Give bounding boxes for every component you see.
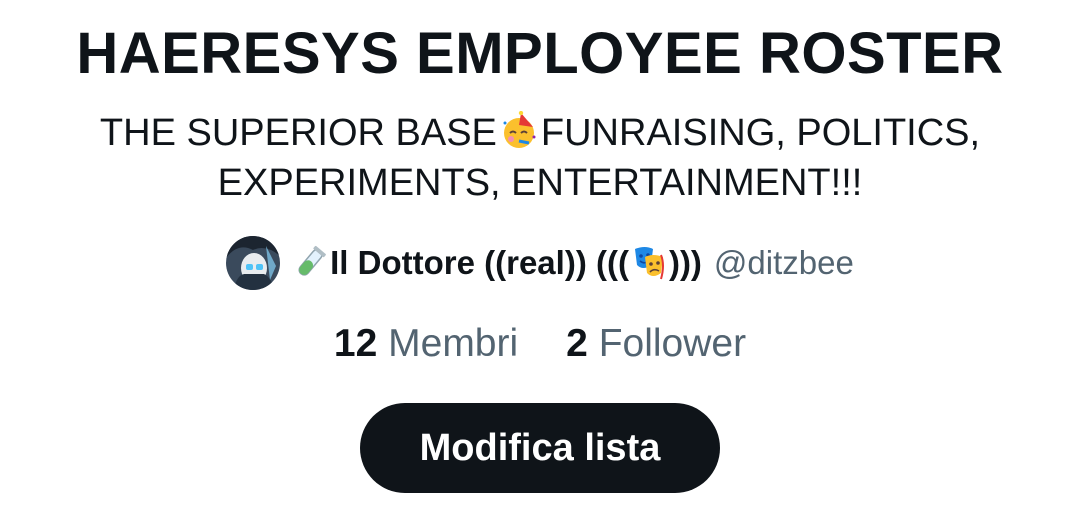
list-title: HAERESYS EMPLOYEE ROSTER (76, 21, 1004, 86)
description-text-b: FUNRAISING, POLITICS, (540, 112, 981, 154)
edit-list-button[interactable]: Modifica lista (360, 403, 720, 493)
avatar[interactable] (226, 236, 281, 290)
followers-count: 2 (566, 322, 588, 365)
owner-name[interactable]: Il Dottore ((real)) ((( ))) (292, 244, 702, 282)
description-line-2: EXPERIMENTS, ENTERTAINMENT!!! (217, 162, 863, 204)
list-stats: 12 Membri 2 Follower (0, 320, 1080, 368)
followers-label: Follower (598, 322, 747, 365)
members-label: Membri (388, 322, 519, 365)
performing-arts-icon (634, 247, 664, 280)
list-owner[interactable]: Il Dottore ((real)) ((( ))) @ditzbee (0, 232, 1080, 294)
members-count: 12 (333, 322, 378, 365)
partying-face-icon (503, 111, 536, 148)
owner-handle[interactable]: @ditzbee (714, 244, 854, 282)
description-text-a: THE SUPERIOR BASE (99, 112, 497, 154)
followers-stat[interactable]: 2 Follower (566, 320, 746, 368)
list-header: HAERESYS EMPLOYEE ROSTER THE SUPERIOR BA… (0, 0, 1080, 524)
test-tube-icon (298, 245, 327, 276)
list-description: THE SUPERIOR BASE FUNRAISING, POLITICS, … (40, 108, 1040, 208)
members-stat[interactable]: 12 Membri (334, 320, 518, 368)
description-line-1: THE SUPERIOR BASE FUNRAISING, POLITICS, (40, 108, 1040, 158)
avatar-image (226, 236, 281, 290)
owner-name-text-b: ))) (668, 244, 702, 281)
owner-name-text-a: Il Dottore ((real)) ((( (330, 244, 629, 281)
